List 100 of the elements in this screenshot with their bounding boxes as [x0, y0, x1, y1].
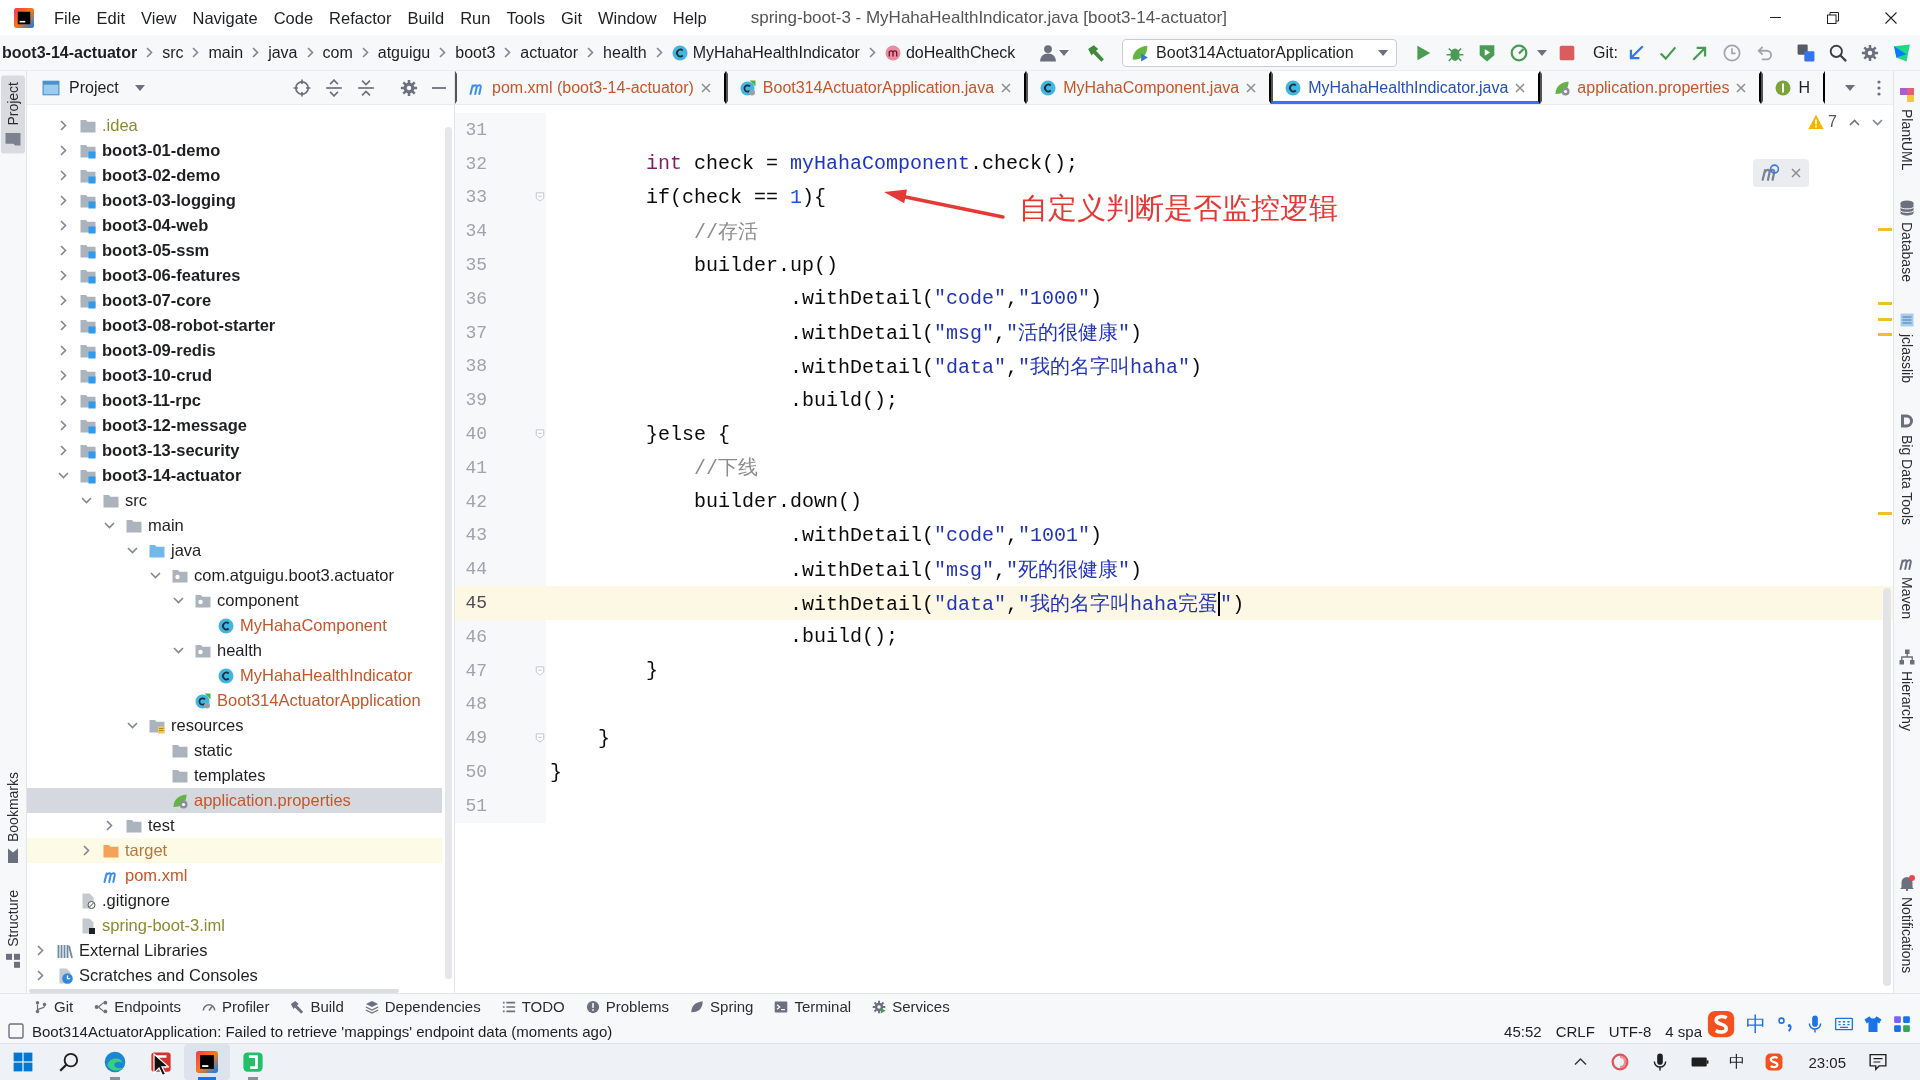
chevron-down-icon[interactable]	[172, 597, 184, 604]
chevron-down-icon[interactable]	[172, 647, 184, 654]
close-icon[interactable]	[1736, 82, 1747, 93]
tool-window-button[interactable]: Problems	[575, 998, 681, 1015]
search-icon[interactable]	[1829, 43, 1847, 62]
tree-item[interactable]: boot3-08-robot-starter	[27, 313, 442, 338]
breadcrumb[interactable]: java	[268, 43, 298, 62]
tree-item[interactable]: boot3-07-core	[27, 288, 442, 313]
breadcrumb[interactable]: atguigu	[377, 43, 431, 62]
menu-item[interactable]: Edit	[88, 2, 134, 33]
chevron-right-icon[interactable]	[59, 370, 67, 381]
menu-item[interactable]: Refactor	[321, 2, 400, 33]
notification-icon[interactable]	[1869, 1053, 1887, 1071]
line-separator[interactable]: CRLF	[1555, 1022, 1595, 1040]
tool-window-button[interactable]: Build	[280, 998, 355, 1015]
crosshair-icon[interactable]	[293, 78, 311, 97]
breadcrumb[interactable]: boot3-14-actuator	[2, 43, 138, 62]
chevron-right-icon[interactable]	[59, 345, 67, 356]
fold-marker-icon[interactable]	[534, 664, 546, 677]
menu-item[interactable]: Run	[452, 2, 499, 33]
chevron-down-icon[interactable]	[149, 572, 161, 579]
hammer-icon[interactable]	[1087, 43, 1106, 62]
square-icon[interactable]	[8, 1023, 24, 1039]
file-encoding[interactable]: UTF-8	[1608, 1022, 1652, 1040]
user-icon[interactable]	[1039, 43, 1058, 62]
settings-icon[interactable]	[1861, 43, 1879, 62]
close-icon[interactable]	[700, 82, 711, 93]
tool-window-tab[interactable]: Project	[1, 76, 25, 154]
chevron-up-icon[interactable]	[1573, 1058, 1587, 1066]
chevron-right-icon[interactable]	[59, 320, 67, 331]
chevron-down-icon[interactable]	[1872, 118, 1883, 126]
chevron-down-icon[interactable]	[80, 497, 92, 504]
tree-item[interactable]: boot3-04-web	[27, 213, 442, 238]
menu-item[interactable]: Build	[399, 2, 453, 33]
tree-item[interactable]: resources	[27, 713, 442, 738]
tree-item[interactable]: boot3-01-demo	[27, 138, 442, 163]
tree-item[interactable]: boot3-12-message	[27, 413, 442, 438]
chevron-right-icon[interactable]	[59, 245, 67, 256]
kebab-menu-icon[interactable]	[1877, 79, 1881, 96]
chevron-right-icon[interactable]	[59, 220, 67, 231]
chevron-down-icon[interactable]	[126, 722, 138, 729]
chevron-down-icon[interactable]	[57, 472, 69, 479]
tree-item[interactable]: boot3-02-demo	[27, 163, 442, 188]
tool-window-tab[interactable]: Big Data Tools	[1895, 407, 1919, 532]
tool-window-button[interactable]: Profiler	[191, 998, 281, 1015]
menu-item[interactable]: Code	[265, 2, 322, 33]
chevron-right-icon[interactable]	[59, 395, 67, 406]
stop-icon[interactable]	[1558, 43, 1577, 62]
minimize-icon[interactable]	[432, 86, 446, 89]
chevron-down-icon[interactable]	[103, 522, 115, 529]
tree-item[interactable]: boot3-13-security	[27, 438, 442, 463]
shirt-icon[interactable]	[1864, 1015, 1882, 1033]
close-icon[interactable]	[1515, 82, 1526, 93]
tree-item[interactable]: boot3-03-logging	[27, 188, 442, 213]
expand-all-icon[interactable]	[325, 78, 343, 97]
status-message[interactable]: Boot314ActuatorApplication: Failed to retrieve 'mappings' endpoint data (moments ago)	[32, 1022, 613, 1040]
caret-icon[interactable]	[1537, 49, 1548, 56]
caret-position[interactable]: 45:52	[1504, 1022, 1542, 1040]
chevron-right-icon[interactable]	[59, 145, 67, 156]
tool-window-tab[interactable]: Notifications	[1895, 868, 1919, 979]
warning-counter[interactable]: 7	[1808, 113, 1837, 131]
swirl-icon[interactable]	[1611, 1053, 1630, 1071]
tree-item[interactable]: spring-boot-3.iml	[27, 913, 442, 938]
tool-window-tab[interactable]: jclasslib	[1895, 306, 1919, 390]
scrollbar[interactable]	[1883, 588, 1891, 986]
punctuation-icon[interactable]	[1777, 1015, 1795, 1033]
tool-window-button[interactable]: Terminal	[764, 998, 863, 1015]
tree-item[interactable]: java	[27, 538, 442, 563]
breadcrumb[interactable]: com	[322, 43, 353, 62]
tool-window-tab[interactable]: Bookmarks	[1, 766, 25, 871]
tree-item[interactable]: MyHahaComponent	[27, 613, 442, 638]
tree-item[interactable]: boot3-05-ssm	[27, 238, 442, 263]
tree-item[interactable]: boot3-10-crud	[27, 363, 442, 388]
coverage-icon[interactable]	[1478, 43, 1497, 62]
breadcrumb[interactable]: MyHahaHealthIndicator	[671, 43, 860, 62]
chevron-right-icon[interactable]	[36, 945, 44, 956]
settings-icon[interactable]	[400, 78, 418, 97]
tree-item[interactable]: External Libraries	[27, 938, 442, 963]
input-mode[interactable]: 中	[1746, 1010, 1766, 1038]
tree-item[interactable]: .idea	[27, 113, 442, 138]
scrollbar[interactable]	[445, 127, 452, 979]
chevron-right-icon[interactable]	[59, 170, 67, 181]
taskbar-app[interactable]	[184, 1044, 230, 1080]
tool-window-button[interactable]: Services	[862, 998, 961, 1015]
grid-icon[interactable]	[1893, 1015, 1911, 1033]
breadcrumb[interactable]: main	[208, 43, 244, 62]
chevron-right-icon[interactable]	[36, 970, 44, 981]
menu-item[interactable]: File	[46, 2, 89, 33]
breadcrumb[interactable]: boot3	[455, 43, 496, 62]
tree-item[interactable]: Boot314ActuatorApplication	[27, 688, 442, 713]
project-view-dropdown[interactable]: Project	[69, 78, 145, 97]
chevron-down-icon[interactable]	[126, 547, 138, 554]
tree-item[interactable]: com.atguigu.boot3.actuator	[27, 563, 442, 588]
input-indicator[interactable]: 中	[1720, 1051, 1755, 1073]
tree-item[interactable]: test	[27, 813, 442, 838]
tool-window-button[interactable]: Spring	[680, 998, 765, 1015]
fold-marker-icon[interactable]	[534, 191, 546, 204]
tree-item[interactable]: boot3-06-features	[27, 263, 442, 288]
chevron-right-icon[interactable]	[59, 445, 67, 456]
breadcrumb[interactable]: src	[162, 43, 184, 62]
